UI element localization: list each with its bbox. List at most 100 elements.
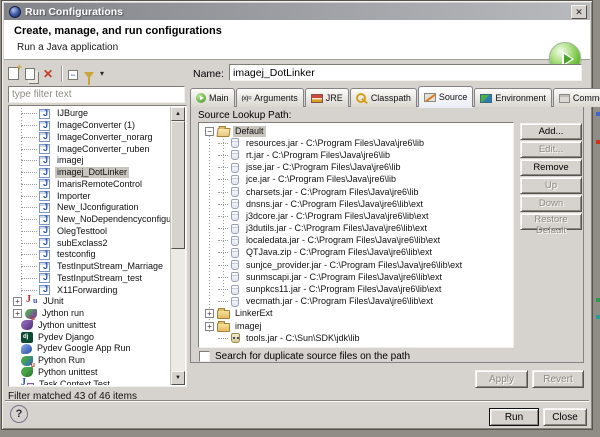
source-lookup-item[interactable]: tools.jar - C:\Sun\SDK\jdk\lib	[200, 332, 512, 344]
config-tree-item[interactable]: Python unittest	[10, 367, 170, 379]
config-tree-item[interactable]: TestInputStream_Marriage	[10, 261, 170, 273]
duplicate-configuration-icon[interactable]	[25, 68, 35, 80]
scrollbar-thumb[interactable]	[171, 121, 185, 249]
tab-common[interactable]: Common	[553, 88, 600, 107]
source-entry-label: tools.jar - C:\Sun\SDK\jdk\lib	[244, 333, 362, 344]
source-lookup-item[interactable]: resources.jar - C:\Program Files\Java\jr…	[200, 137, 512, 149]
tab-jre[interactable]: JRE	[305, 88, 349, 107]
checkbox[interactable]	[199, 351, 210, 362]
tree-connector	[218, 167, 228, 168]
add-button[interactable]: Add...	[520, 123, 582, 140]
filter-input[interactable]	[8, 86, 185, 103]
footer-divider	[5, 400, 589, 402]
close-button[interactable]: Close	[543, 408, 587, 426]
pydev-gae-icon	[21, 344, 32, 354]
close-window-button[interactable]: ✕	[571, 5, 587, 19]
source-lookup-item[interactable]: dnsns.jar - C:\Program Files\Java\jre6\l…	[200, 198, 512, 210]
java-app-icon	[39, 168, 50, 178]
expander-icon[interactable]: +	[13, 309, 22, 318]
source-lookup-item[interactable]: QTJava.zip - C:\Program Files\Java\jre6\…	[200, 247, 512, 259]
duplicate-search-option[interactable]: Search for duplicate source files on the…	[199, 351, 410, 362]
config-name: Task Context Test	[37, 379, 112, 385]
expander-icon[interactable]: +	[13, 297, 22, 306]
tree-connector	[218, 216, 228, 217]
config-tree-item[interactable]: Pydev Django	[10, 331, 170, 343]
tab-source[interactable]: Source	[418, 86, 474, 107]
config-tree-item[interactable]: + JUnit	[10, 296, 170, 308]
config-tree-item[interactable]: OlegTesttool	[10, 226, 170, 238]
config-tree-item[interactable]: imagej_DotLinker	[10, 167, 170, 179]
filter-configurations-icon[interactable]	[84, 72, 94, 79]
scroll-down-icon[interactable]: ▼	[171, 371, 185, 385]
source-lookup-item[interactable]: +imagej	[200, 320, 512, 332]
tree-connector	[218, 277, 228, 278]
tree-scrollbar[interactable]: ▲ ▼	[170, 107, 185, 385]
source-lookup-item[interactable]: +LinkerExt	[200, 308, 512, 320]
restore-default-button: Restore Default	[520, 213, 582, 230]
tab-main[interactable]: Main	[190, 88, 235, 107]
folder-closed-icon	[217, 323, 230, 332]
config-tree-item[interactable]: IJBurge	[10, 108, 170, 120]
down-button: Down	[520, 195, 582, 212]
config-name: Pydev Google App Run	[35, 343, 133, 354]
config-name: New_NoDependencyconfiguration	[55, 214, 170, 225]
config-tree-item[interactable]: Jython unittest	[10, 320, 170, 332]
source-lookup-item[interactable]: sunjce_provider.jar - C:\Program Files\J…	[200, 259, 512, 271]
java-app-icon	[39, 215, 50, 225]
config-tree-item[interactable]: New_IJconfiguration	[10, 202, 170, 214]
config-tree-item[interactable]: TestInputStream_test	[10, 273, 170, 285]
help-button[interactable]: ?	[10, 405, 28, 423]
folder-closed-icon	[217, 310, 230, 319]
eclipse-icon	[9, 6, 21, 18]
source-lookup-item[interactable]: rt.jar - C:\Program Files\Java\jre6\lib	[200, 149, 512, 161]
background-artifact	[596, 140, 600, 144]
config-tree-item[interactable]: ImageConverter (1)	[10, 120, 170, 132]
expander-icon[interactable]: +	[205, 322, 214, 331]
run-button[interactable]: Run	[489, 408, 539, 426]
source-entry-label: vecmath.jar - C:\Program Files\Java\jre6…	[244, 296, 435, 307]
background-artifact	[596, 315, 600, 319]
scroll-up-icon[interactable]: ▲	[171, 107, 185, 121]
config-tree-item[interactable]: testconfig	[10, 249, 170, 261]
new-configuration-icon[interactable]	[8, 67, 19, 80]
title-bar[interactable]: Run Configurations ✕	[4, 3, 590, 20]
source-lookup-item[interactable]: jce.jar - C:\Program Files\Java\jre6\lib	[200, 174, 512, 186]
tab-classpath[interactable]: Classpath	[350, 88, 417, 107]
config-tree-item[interactable]: ImarisRemoteControl	[10, 179, 170, 191]
config-name: JUnit	[41, 296, 66, 307]
tree-connector	[21, 137, 37, 138]
config-tree-item[interactable]: New_NoDependencyconfiguration	[10, 214, 170, 226]
tab-environment[interactable]: Environment	[474, 88, 552, 107]
collapse-all-icon[interactable]: −	[68, 70, 78, 80]
source-lookup-item[interactable]: vecmath.jar - C:\Program Files\Java\jre6…	[200, 296, 512, 308]
tab-arguments[interactable]: (x)=Arguments	[236, 88, 304, 107]
config-name: TestInputStream_Marriage	[55, 261, 165, 272]
expander-icon[interactable]: −	[205, 127, 214, 136]
config-name: Jython unittest	[36, 320, 98, 331]
config-tree-item[interactable]: subExclass2	[10, 237, 170, 249]
source-lookup-item[interactable]: −Default	[200, 125, 512, 137]
tab-label: Source	[439, 92, 468, 102]
view-menu-icon[interactable]: ▾	[100, 67, 108, 81]
source-lookup-item[interactable]: j3dutils.jar - C:\Program Files\Java\jre…	[200, 223, 512, 235]
config-tree-item[interactable]: imagej	[10, 155, 170, 167]
config-tree-item[interactable]: Task Context Test	[10, 378, 170, 385]
source-lookup-item[interactable]: j3dcore.jar - C:\Program Files\Java\jre6…	[200, 210, 512, 222]
source-lookup-item[interactable]: sunpkcs11.jar - C:\Program Files\Java\jr…	[200, 283, 512, 295]
config-tree-item[interactable]: Pydev Google App Run	[10, 343, 170, 355]
source-lookup-item[interactable]: jsse.jar - C:\Program Files\Java\jre6\li…	[200, 162, 512, 174]
name-input[interactable]	[229, 64, 582, 81]
source-lookup-item[interactable]: charsets.jar - C:\Program Files\Java\jre…	[200, 186, 512, 198]
tree-connector	[218, 179, 228, 180]
source-lookup-item[interactable]: localedata.jar - C:\Program Files\Java\j…	[200, 235, 512, 247]
pydev-django-icon	[21, 332, 33, 343]
remove-button[interactable]: Remove	[520, 159, 582, 176]
header-title: Create, manage, and run configurations	[14, 25, 222, 37]
expander-icon[interactable]: +	[205, 309, 214, 318]
source-lookup-item[interactable]: sunmscapi.jar - C:\Program Files\Java\jr…	[200, 271, 512, 283]
config-tree-item[interactable]: ImageConverter_ruben	[10, 143, 170, 155]
delete-configuration-icon[interactable]: ✕	[41, 67, 55, 81]
config-tree-item[interactable]: X11Forwarding	[10, 284, 170, 296]
config-tree-item[interactable]: Importer	[10, 190, 170, 202]
config-tree-item[interactable]: ImageConverter_norarg	[10, 132, 170, 144]
